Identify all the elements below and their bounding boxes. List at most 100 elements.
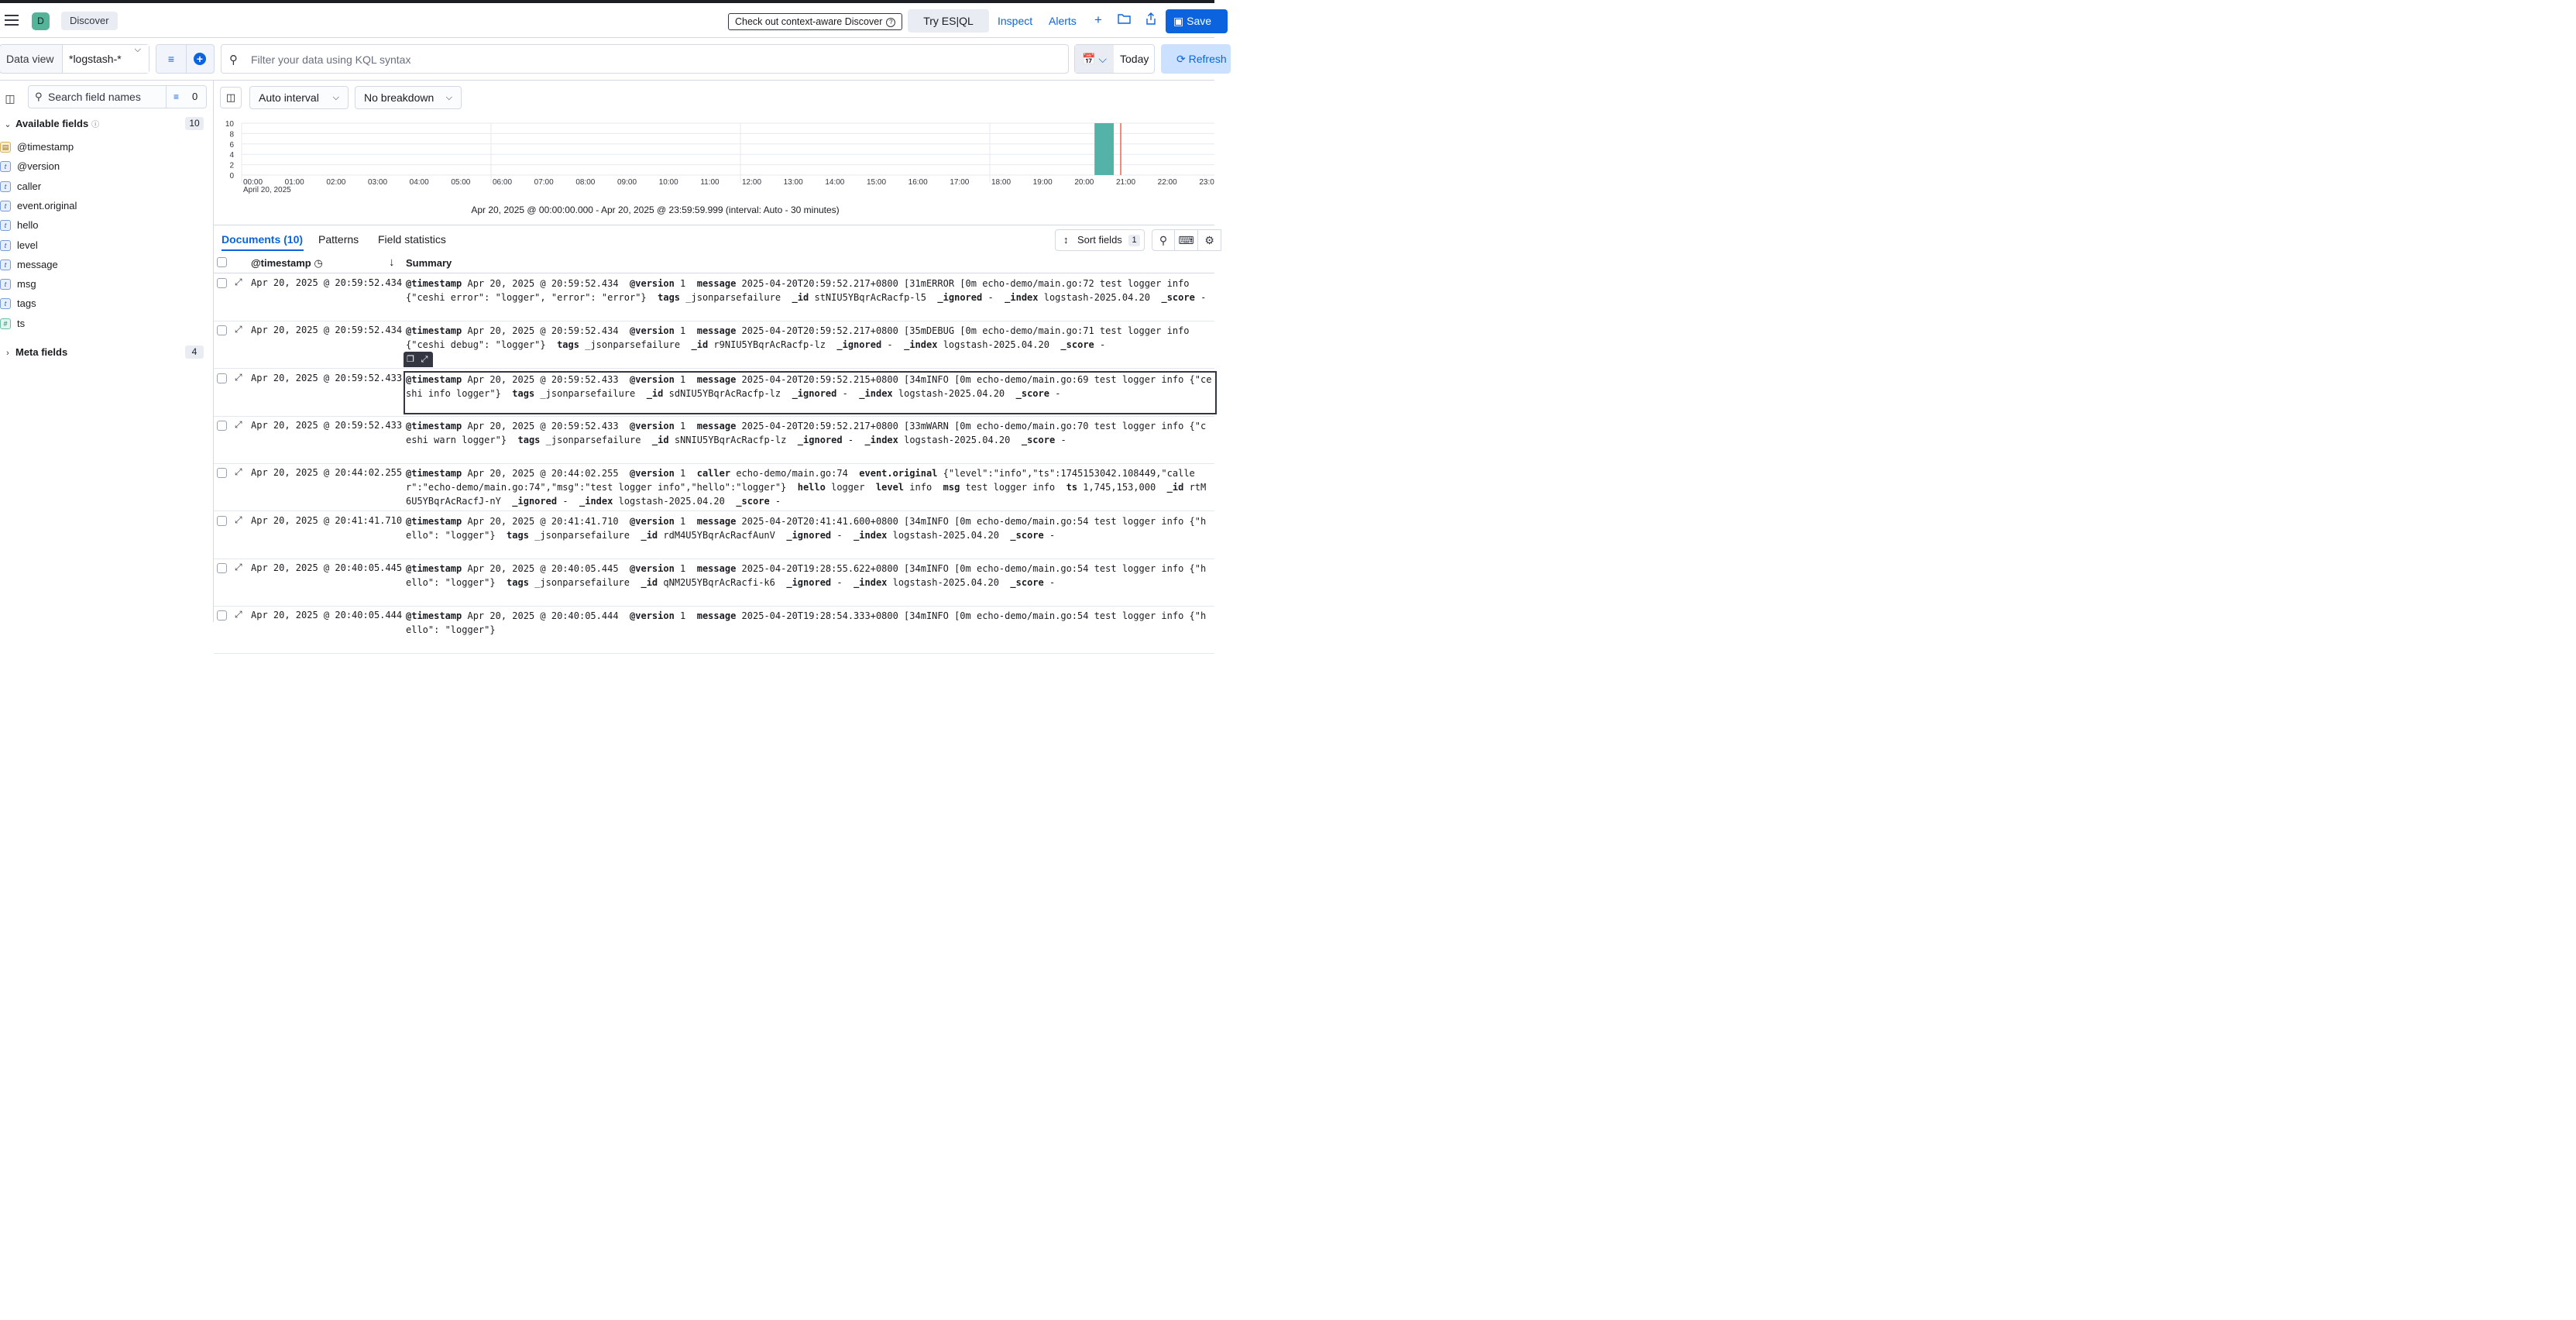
save-icon: ▣: [1173, 15, 1184, 27]
kql-search-bar[interactable]: ⚲: [221, 44, 1069, 74]
row-checkbox[interactable]: [217, 515, 227, 526]
summary-value: -: [847, 434, 854, 445]
expand-icon[interactable]: ⤢: [417, 352, 431, 367]
field-item[interactable]: t caller: [0, 178, 209, 195]
y-tick-label: 8: [229, 130, 234, 139]
sort-desc-icon[interactable]: ↓: [389, 256, 395, 269]
field-item[interactable]: ▤ @timestamp: [0, 139, 209, 156]
expand-row-icon[interactable]: ⤢: [235, 562, 242, 573]
row-checkbox[interactable]: [217, 420, 227, 431]
tab-documents[interactable]: Documents (10): [222, 233, 303, 246]
available-fields-header[interactable]: ⌄ Available fields ⓘ 10: [0, 115, 208, 132]
filter-icon[interactable]: ≡: [156, 45, 187, 73]
interval-dropdown[interactable]: Auto interval ⌵: [249, 86, 349, 109]
field-item[interactable]: t event.original: [0, 198, 209, 215]
summary-value: _jsonparsefailure: [585, 339, 681, 351]
field-item[interactable]: t tags: [0, 295, 209, 312]
summary-value: stNIU5YBqrAcRacfp-l5: [814, 292, 926, 303]
keyboard-icon[interactable]: ⌨: [1175, 229, 1198, 251]
row-summary[interactable]: @timestamp Apr 20, 2025 @ 20:41:41.710 @…: [406, 514, 1211, 555]
row-timestamp[interactable]: Apr 20, 2025 @ 20:59:52.433: [251, 373, 402, 383]
row-summary[interactable]: @timestamp Apr 20, 2025 @ 20:59:52.433 @…: [406, 419, 1211, 459]
inspect-link[interactable]: Inspect: [998, 9, 1032, 33]
share-icon[interactable]: [1143, 12, 1159, 28]
active-tab-indicator: [222, 249, 304, 251]
x-date-label: April 20, 2025: [243, 186, 291, 194]
context-aware-link[interactable]: Check out context-aware Discover?: [728, 13, 903, 30]
row-timestamp[interactable]: Apr 20, 2025 @ 20:44:02.255: [251, 467, 402, 478]
row-summary[interactable]: @timestamp Apr 20, 2025 @ 20:59:52.433 @…: [404, 370, 1217, 414]
row-timestamp[interactable]: Apr 20, 2025 @ 20:59:52.434: [251, 325, 402, 335]
row-summary[interactable]: @timestamp Apr 20, 2025 @ 20:44:02.255 @…: [406, 466, 1211, 507]
menu-icon[interactable]: [5, 15, 19, 26]
summary-key: _index: [854, 576, 888, 588]
field-search-placeholder[interactable]: Search field names: [48, 86, 141, 108]
data-view-picker[interactable]: Data view *logstash-* ⌵: [0, 44, 149, 74]
expand-row-icon[interactable]: ⤢: [235, 466, 242, 478]
display-settings-icon[interactable]: ⚙: [1198, 229, 1221, 251]
field-item[interactable]: t message: [0, 256, 209, 273]
expand-row-icon[interactable]: ⤢: [235, 514, 242, 526]
open-folder-icon[interactable]: [1116, 12, 1132, 28]
column-header-summary[interactable]: Summary: [406, 257, 452, 269]
date-range-label[interactable]: Today: [1120, 45, 1149, 73]
row-summary[interactable]: @timestamp Apr 20, 2025 @ 20:40:05.445 @…: [406, 562, 1211, 602]
field-search[interactable]: ⚲ Search field names ≡ 0: [28, 85, 207, 108]
row-timestamp[interactable]: Apr 20, 2025 @ 20:59:52.433: [251, 420, 402, 431]
row-timestamp[interactable]: Apr 20, 2025 @ 20:40:05.444: [251, 610, 402, 620]
summary-value: -: [842, 387, 848, 399]
calendar-icon[interactable]: 📅 ⌵: [1075, 45, 1114, 73]
select-all-checkbox[interactable]: [217, 257, 227, 267]
kql-input[interactable]: [249, 50, 1027, 70]
row-timestamp[interactable]: Apr 20, 2025 @ 20:41:41.710: [251, 515, 402, 526]
expand-row-icon[interactable]: ⤢: [235, 324, 242, 335]
row-checkbox[interactable]: [217, 562, 227, 573]
expand-row-icon[interactable]: ⤢: [235, 609, 242, 620]
summary-value: echo-demo/main.go:74: [736, 468, 848, 480]
row-summary[interactable]: @timestamp Apr 20, 2025 @ 20:40:05.444 @…: [406, 609, 1211, 649]
add-filter-icon[interactable]: +: [194, 53, 206, 65]
copy-icon[interactable]: ❐: [404, 352, 417, 367]
field-item[interactable]: t msg: [0, 276, 209, 293]
tab-field-statistics[interactable]: Field statistics: [378, 233, 446, 246]
date-picker[interactable]: 📅 ⌵ Today: [1074, 44, 1155, 74]
query-bar: Data view *logstash-* ⌵ ≡ + ⚲ 📅 ⌵ Today …: [0, 38, 1231, 81]
breakdown-dropdown[interactable]: No breakdown ⌵: [355, 86, 462, 109]
row-checkbox[interactable]: [217, 325, 227, 336]
search-icon[interactable]: ⚲: [1152, 229, 1175, 251]
sort-fields-button[interactable]: ↕ Sort fields 1: [1055, 229, 1145, 251]
collapse-sidebar-icon[interactable]: ◫: [0, 88, 20, 108]
row-checkbox[interactable]: [217, 610, 227, 621]
tab-patterns[interactable]: Patterns: [318, 233, 359, 246]
row-summary[interactable]: @timestamp Apr 20, 2025 @ 20:59:52.434 @…: [406, 277, 1211, 317]
summary-value: -: [775, 496, 781, 507]
breadcrumb-discover[interactable]: Discover: [61, 12, 118, 30]
row-checkbox[interactable]: [217, 278, 227, 288]
space-avatar[interactable]: D: [32, 12, 50, 30]
summary-key: @version: [630, 515, 675, 527]
row-timestamp[interactable]: Apr 20, 2025 @ 20:59:52.434: [251, 277, 402, 288]
row-timestamp[interactable]: Apr 20, 2025 @ 20:40:05.445: [251, 562, 402, 573]
table-row: ⤢ Apr 20, 2025 @ 20:40:05.444 @timestamp A…: [214, 606, 1214, 655]
field-item[interactable]: t level: [0, 237, 209, 254]
refresh-button[interactable]: ⟳ Refresh: [1161, 44, 1231, 74]
expand-row-icon[interactable]: ⤢: [235, 372, 242, 383]
row-checkbox[interactable]: [217, 373, 227, 383]
field-item[interactable]: # ts: [0, 315, 209, 332]
chart-toggle-icon[interactable]: ◫: [220, 87, 242, 108]
field-item[interactable]: t hello: [0, 217, 209, 234]
column-header-timestamp[interactable]: @timestamp ◷: [251, 257, 323, 270]
try-esql-button[interactable]: Try ES|QL: [908, 9, 989, 33]
meta-fields-header[interactable]: › Meta fields 4: [0, 344, 208, 361]
alerts-link[interactable]: Alerts: [1049, 9, 1077, 33]
summary-key: _index: [864, 434, 898, 445]
field-item[interactable]: t @version: [0, 158, 209, 175]
row-checkbox[interactable]: [217, 468, 227, 479]
new-icon[interactable]: +: [1091, 12, 1106, 28]
summary-value: logstash-2025.04.20: [892, 576, 999, 588]
expand-row-icon[interactable]: ⤢: [235, 277, 242, 288]
field-filter-button[interactable]: ≡ 0: [166, 86, 208, 108]
row-summary[interactable]: @timestamp Apr 20, 2025 @ 20:59:52.434 @…: [406, 324, 1211, 364]
save-button[interactable]: ▣ Save: [1166, 9, 1228, 33]
expand-row-icon[interactable]: ⤢: [235, 419, 242, 431]
